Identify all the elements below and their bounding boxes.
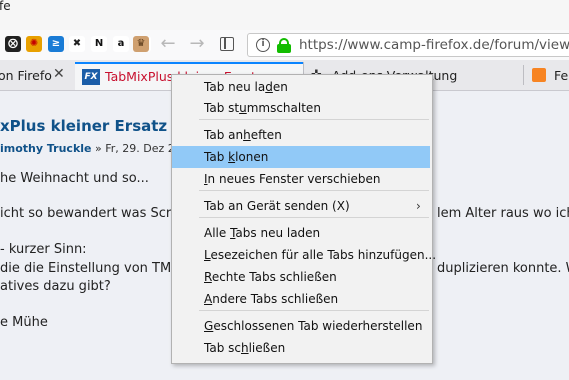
menu-item-rechte-tabs-schließen[interactable]: Rechte Tabs schließen [172, 266, 430, 288]
menu-item-label: Geschlossenen Tab wiederherstellen [204, 319, 423, 333]
menu-item-tab-schließen[interactable]: Tab schließen [172, 337, 430, 359]
extension-icon-5[interactable]: N [91, 36, 107, 52]
extension-icon-8[interactable]: ♛ [133, 36, 149, 52]
tab-firefox[interactable]: on Firefo ✕ [0, 62, 74, 89]
tab-divider [523, 65, 524, 85]
menu-item-label: Tab stummschalten [204, 101, 321, 115]
close-icon[interactable]: ✕ [53, 66, 65, 82]
menu-item-label: Tab an Gerät senden (X) [204, 199, 350, 213]
post-line: die die Einstellung von TMP- [0, 261, 184, 276]
menu-item-label: Tab klonen [204, 150, 269, 164]
menu-item-andere-tabs-schließen[interactable]: Andere Tabs schließen [172, 288, 430, 310]
post-title[interactable]: xPlus kleiner Ersatz [0, 117, 167, 135]
tab-feed[interactable]: Fe [528, 62, 569, 89]
post-line: duplizieren konnte. Wei [437, 261, 569, 276]
window-title: fe [0, 0, 11, 13]
window-titlebar [0, 0, 569, 31]
amazon-icon[interactable]: a [113, 36, 129, 52]
tab-label: Fe [554, 68, 569, 83]
post-line: lem Alter raus wo ich m [437, 206, 569, 221]
menu-item-tab-neu-laden[interactable]: Tab neu laden [172, 76, 430, 98]
forward-arrow-icon[interactable]: → [187, 35, 207, 55]
back-arrow-icon[interactable]: ← [158, 35, 178, 55]
extension-icon-2[interactable]: ✺ [26, 36, 42, 52]
post-line: he Weihnacht und so... [0, 171, 149, 186]
menu-item-lesezeichen-für-alle-tabs-hinzufügen[interactable]: Lesezeichen für alle Tabs hinzufügen... [172, 244, 436, 266]
submenu-arrow-icon: › [416, 199, 421, 213]
post-author[interactable]: imothy Truckle [0, 142, 92, 155]
menu-item-label: Andere Tabs schließen [204, 292, 339, 306]
menu-item-label: Rechte Tabs schließen [204, 270, 337, 284]
extension-icon-4[interactable]: ✖ [69, 36, 85, 52]
menu-item-label: Tab neu laden [204, 80, 288, 94]
post-line: - kurzer Sinn: [0, 242, 87, 257]
menu-item-label: Tab anheften [204, 128, 282, 142]
menu-item-label: Alle Tabs neu laden [204, 226, 321, 240]
menu-item-in-neues-fenster-verschieben[interactable]: In neues Fenster verschieben [172, 168, 430, 190]
url-text[interactable]: https://www.camp-firefox.de/forum/viewto… [299, 37, 569, 53]
menu-separator [199, 190, 429, 191]
menu-item-label: In neues Fenster verschieben [204, 172, 381, 186]
post-line: atives dazu gibt? [0, 279, 111, 294]
menu-item-label: Tab schließen [204, 341, 286, 355]
tab-label: on Firefo [0, 68, 52, 83]
menu-item-label: Lesezeichen für alle Tabs hinzufügen... [204, 248, 437, 262]
menu-item-tab-klonen[interactable]: Tab klonen [172, 146, 430, 168]
menu-item-tab-stummschalten[interactable]: Tab stummschalten [172, 97, 430, 119]
menu-item-tab-anheften[interactable]: Tab anheften [172, 124, 430, 146]
menu-separator [199, 119, 429, 120]
menu-item-tab-an-gerät-senden-x[interactable]: Tab an Gerät senden (X) › [172, 195, 430, 217]
post-date: » Fr, 29. Dez 2 [91, 142, 175, 155]
extension-icon-1[interactable]: ⨂ [5, 36, 21, 52]
post-line: e Mühe [0, 315, 48, 330]
post-meta: imothy Truckle » Fr, 29. Dez 2 [0, 142, 175, 155]
post-line: icht so bewandert was Script [0, 206, 189, 221]
extension-icon-3[interactable]: ≥ [48, 36, 64, 52]
menu-item-alle-tabs-neu-laden[interactable]: Alle Tabs neu laden [172, 222, 430, 244]
menu-separator [199, 310, 429, 311]
lock-icon[interactable] [277, 38, 291, 53]
menu-separator [199, 217, 429, 218]
info-icon[interactable]: i [256, 38, 270, 52]
menu-item-geschlossenen-tab-wiederherstellen[interactable]: Geschlossenen Tab wiederherstellen [172, 315, 430, 337]
sidebar-toggle-icon[interactable] [220, 37, 234, 51]
forum-favicon-icon: FX [82, 69, 100, 85]
rss-icon [532, 68, 546, 82]
